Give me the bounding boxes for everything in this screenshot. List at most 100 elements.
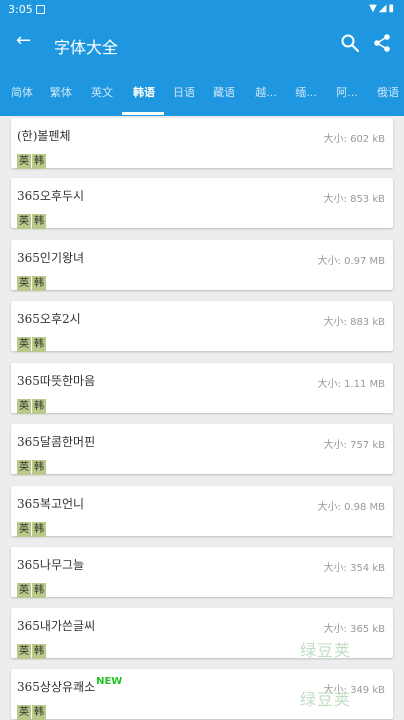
tab-6[interactable]: 越... [244,84,288,100]
font-list-item[interactable]: 365나무그늘 大小: 354 kB 英韩 [11,547,393,598]
size-label: 大小: [323,440,351,451]
font-name: 365복고언니 [17,495,84,512]
language-tag: 韩 [32,214,46,229]
status-icons: ▼◢▮ [369,3,396,14]
language-tag: 英 [17,583,31,598]
language-tag: 韩 [32,644,46,659]
language-tags: 英韩 [17,517,47,537]
status-bar: 3:05 ▼◢▮ [0,0,404,18]
size-value: 365 kB [350,624,385,635]
size-value: 0.97 MB [344,256,385,267]
share-icon[interactable] [372,33,392,53]
font-list-item[interactable]: 365오후두시 大小: 853 kB 英韩 [11,178,393,229]
size-label: 大小: [317,256,345,267]
size-value: 349 kB [350,685,385,696]
font-name: 365인기왕녀 [17,249,84,266]
language-tag: 韩 [32,460,46,475]
font-name-text: 365나무그늘 [17,558,85,572]
tab-3[interactable]: 韩语 [122,84,166,100]
font-list-item[interactable]: 365인기왕녀 大小: 0.97 MB 英韩 [11,240,393,291]
size-label: 大小: [323,317,351,328]
tab-4[interactable]: 日语 [162,84,206,100]
size-label: 大小: [323,134,351,145]
language-tags: 英韩 [17,700,47,720]
size-value: 0.98 MB [344,502,385,513]
language-tags: 英韩 [17,149,47,169]
language-tags: 英韩 [17,639,47,659]
language-tags: 英韩 [17,394,47,414]
font-list-item[interactable]: (한)볼펜체 大小: 602 kB 英韩 [11,118,393,169]
font-name-text: (한)볼펜체 [17,129,71,143]
back-arrow-icon[interactable]: ← [16,32,31,50]
size-value: 757 kB [350,440,385,451]
size-value: 883 kB [350,317,385,328]
font-size-info: 大小: 853 kB [324,190,385,205]
font-size-info: 大小: 365 kB [324,620,385,635]
status-time: 3:05 [8,3,33,16]
font-name: 365오후두시 [17,187,84,204]
tab-9[interactable]: 俄语 [366,84,404,100]
font-name-text: 365달콤한머핀 [17,435,96,449]
language-tag: 韩 [32,522,46,537]
language-tag: 英 [17,154,31,169]
font-size-info: 大小: 0.97 MB [318,252,386,267]
font-name-text: 365오후두시 [17,189,85,203]
language-tag: 韩 [32,337,46,352]
tab-1[interactable]: 繁体 [39,84,83,100]
language-tag: 英 [17,705,31,720]
font-name-text: 365상상유쾌소 [17,680,96,694]
language-tag: 英 [17,399,31,414]
font-size-info: 大小: 602 kB [324,130,385,145]
font-name-text: 365복고언니 [17,497,85,511]
new-badge: NEW [96,676,123,687]
tab-8[interactable]: 阿... [325,84,369,100]
size-label: 大小: [317,502,345,513]
font-list-item[interactable]: 365달콤한머핀 大小: 757 kB 英韩 [11,424,393,475]
language-tag: 韩 [32,583,46,598]
font-name: (한)볼펜체 [17,127,71,144]
language-tags: 英韩 [17,578,47,598]
font-size-info: 大小: 0.98 MB [318,498,386,513]
size-label: 大小: [323,624,351,635]
language-tag: 韩 [32,705,46,720]
watermark: 绿豆荚 [300,690,352,709]
tab-2[interactable]: 英文 [80,84,124,100]
language-tags: 英韩 [17,332,47,352]
size-value: 1.11 MB [344,379,385,390]
font-list-item[interactable]: 365따뜻한마음 大小: 1.11 MB 英韩 [11,363,393,414]
font-size-info: 大小: 1.11 MB [318,375,386,390]
font-name-text: 365내가쓴글씨 [17,619,96,633]
size-value: 853 kB [350,194,385,205]
top-bar: 3:05 ▼◢▮ ← 字体大全 简体 繁体 英文 韩语 日语 藏语 越... 缅... 阿...… [0,0,404,116]
language-tags: 英韩 [17,455,47,475]
watermark: 绿豆荚 [300,641,352,660]
font-size-info: 大小: 883 kB [324,313,385,328]
font-list-item[interactable]: 365복고언니 大小: 0.98 MB 英韩 [11,486,393,537]
search-icon[interactable] [340,33,360,53]
font-name-text: 365따뜻한마음 [17,374,96,388]
size-label: 大小: [323,563,351,574]
active-tab-indicator [122,112,164,115]
language-tags: 英韩 [17,209,47,229]
language-tag: 英 [17,276,31,291]
font-name: 365달콤한머핀 [17,433,95,450]
language-tags: 英韩 [17,271,47,291]
tab-0[interactable]: 简体 [0,84,44,100]
font-name: 365나무그늘 [17,556,84,573]
size-label: 大小: [323,194,351,205]
tab-7[interactable]: 缅... [284,84,328,100]
font-name-text: 365오후2시 [17,312,81,326]
font-size-info: 大小: 354 kB [324,559,385,574]
tab-5[interactable]: 藏语 [202,84,246,100]
font-name: 365따뜻한마음 [17,372,95,389]
size-value: 354 kB [350,563,385,574]
language-tag: 韩 [32,399,46,414]
language-tag: 英 [17,337,31,352]
font-size-info: 大小: 757 kB [324,436,385,451]
font-list-item[interactable]: 365오후2시 大小: 883 kB 英韩 [11,301,393,352]
language-tag: 英 [17,644,31,659]
font-name-text: 365인기왕녀 [17,251,85,265]
font-name: 365오후2시 [17,310,81,327]
category-tabs: 简体 繁体 英文 韩语 日语 藏语 越... 缅... 阿... 俄语 [0,74,404,116]
size-value: 602 kB [350,134,385,145]
